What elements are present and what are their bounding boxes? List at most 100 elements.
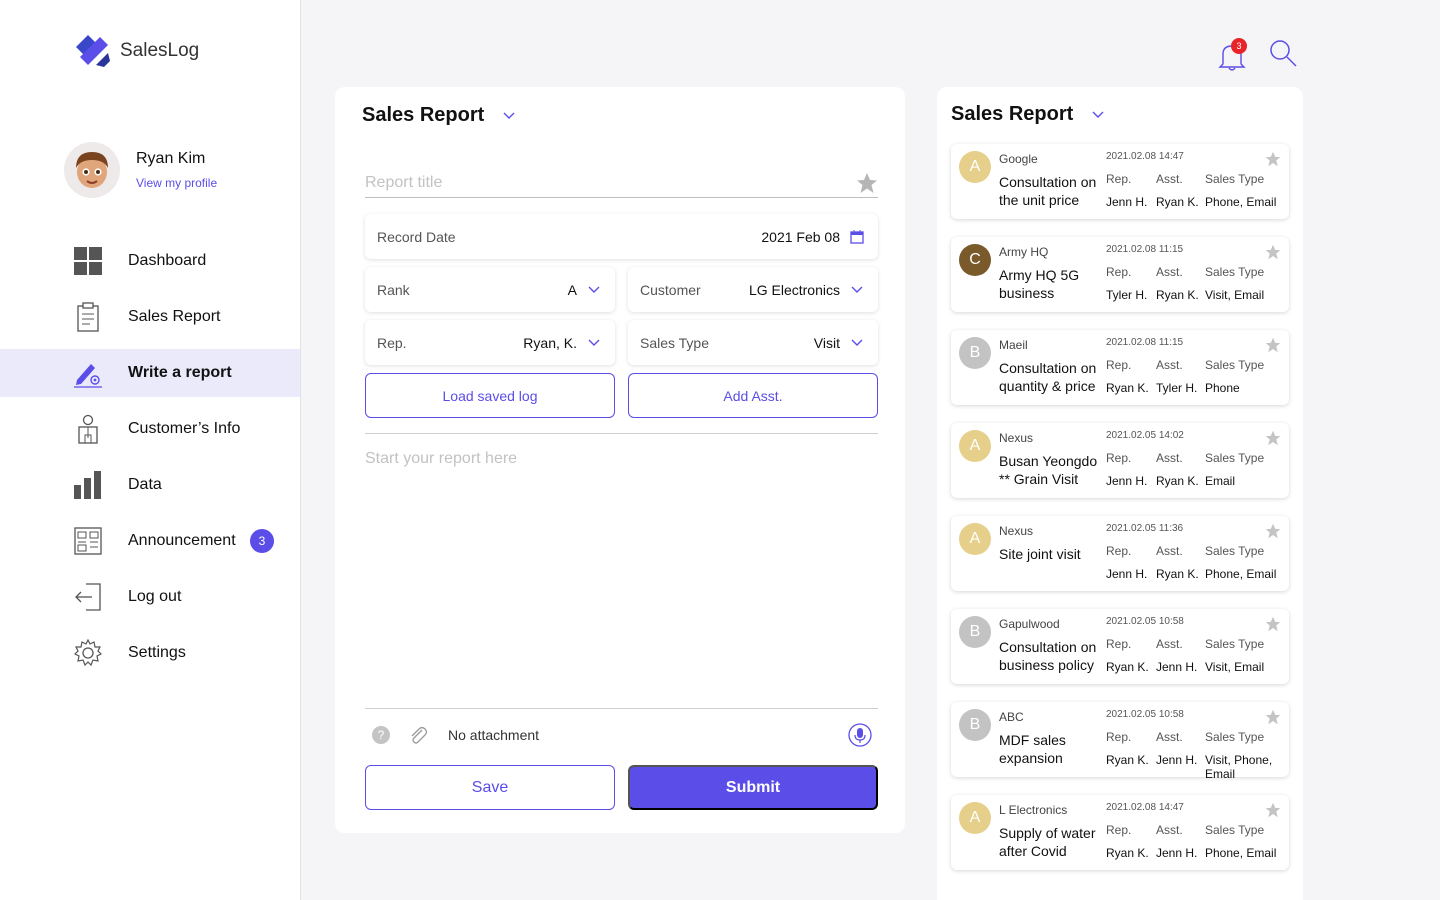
report-rep: Tyler H. [1106,288,1148,302]
rank-select[interactable]: Rank A [365,267,615,312]
report-card[interactable]: B ABC MDF sales expansion 2021.02.05 10:… [951,702,1289,781]
sidebar: SalesLog Ryan Kim View my profile Dashbo… [0,0,301,900]
sidebar-item-label: Write a report [128,364,232,381]
report-card[interactable]: A Nexus Busan Yeongdo ** Grain Visit 202… [951,423,1289,498]
user-avatar-icon [64,142,120,198]
star-icon[interactable] [1265,151,1281,167]
customer-value: LG Electronics [748,281,840,298]
col-rep-header: Rep. [1106,451,1132,465]
calendar-icon[interactable] [850,229,864,244]
report-title: Site joint visit [999,546,1081,562]
sidebar-item-logout[interactable]: Log out [0,573,300,621]
report-card[interactable]: B Maeil Consultation on quantity & price… [951,330,1289,405]
star-icon[interactable] [1265,430,1281,446]
star-icon[interactable] [1265,709,1281,725]
sales-type-select[interactable]: Sales Type Visit [628,320,878,365]
customer-rank-avatar: A [959,802,991,834]
report-company: Army HQ [999,245,1049,259]
customer-select[interactable]: Customer LG Electronics [628,267,878,312]
report-title-field[interactable]: Report title [365,169,878,198]
chevron-down-icon [503,112,515,119]
col-asst-header: Asst. [1156,265,1183,279]
chevron-down-icon [851,286,863,293]
report-company: L Electronics [999,803,1068,817]
report-sales-type: Phone, Email [1205,846,1277,860]
report-card[interactable]: A Google Consultation on the unit price … [951,144,1289,219]
report-asst: Ryan K. [1156,288,1199,302]
customer-rank-avatar: A [959,151,991,183]
report-card[interactable]: C Army HQ Army HQ 5G business 2021.02.08… [951,237,1289,312]
rank-value: A [567,281,577,298]
sidebar-item-dashboard[interactable]: Dashboard [0,237,300,285]
star-icon[interactable] [1265,244,1281,260]
chevron-down-icon [1092,111,1104,118]
report-rep: Ryan K. [1106,846,1149,860]
notification-count-badge: 3 [1231,37,1247,54]
star-icon[interactable] [1265,523,1281,539]
app-logo[interactable]: SalesLog [74,33,199,69]
col-sales-type-header: Sales Type [1205,172,1265,186]
rank-label: Rank [377,281,410,298]
rep-value: Ryan, K. [523,334,577,351]
report-company: ABC [999,710,1024,724]
report-rep: Ryan K. [1106,381,1149,395]
profile-name: Ryan Kim [136,150,206,167]
rep-select[interactable]: Rep. Ryan, K. [365,320,615,365]
report-sales-type: Phone [1205,381,1240,395]
col-asst-header: Asst. [1156,637,1183,651]
star-icon[interactable] [1265,616,1281,632]
sidebar-item-sales-report[interactable]: Sales Report [0,293,300,341]
help-icon[interactable]: ? [372,726,390,744]
report-company: Maeil [999,338,1028,352]
report-card[interactable]: B Gapulwood Consultation on business pol… [951,609,1289,684]
microphone-icon[interactable] [848,723,872,747]
list-title-dropdown[interactable]: Sales Report [951,103,1105,126]
rep-label: Rep. [377,334,407,351]
report-title: Army HQ 5G business [999,267,1080,301]
report-company: Nexus [999,431,1034,445]
notifications-button[interactable]: 3 [1218,37,1247,72]
attachment-status: No attachment [448,727,540,743]
star-icon[interactable] [1265,802,1281,818]
sidebar-item-label: Settings [128,644,186,661]
form-title-dropdown[interactable]: Sales Report [362,104,516,127]
report-sales-type: Phone, Email [1205,195,1277,209]
search-icon [1270,40,1297,67]
search-button[interactable] [1268,38,1298,73]
report-body-textarea[interactable]: Start your report here [365,450,517,468]
col-sales-type-header: Sales Type [1205,544,1265,558]
sidebar-item-data[interactable]: Data [0,461,300,509]
pen-icon [73,358,103,388]
col-sales-type-header: Sales Type [1205,637,1265,651]
sidebar-nav: Dashboard Sales Report Write a report Cu… [0,237,300,685]
report-title: Supply of water after Covid [999,825,1096,859]
sidebar-item-announcement[interactable]: Announcement 3 [0,517,300,565]
app-name: SalesLog [120,40,200,61]
add-asst-button[interactable]: Add Asst. [628,373,878,418]
report-rep: Jenn H. [1106,195,1148,209]
record-date-field[interactable]: Record Date 2021 Feb 08 [365,214,878,259]
avatar[interactable] [64,142,120,198]
col-sales-type-header: Sales Type [1205,265,1265,279]
report-card[interactable]: A L Electronics Supply of water after Co… [951,795,1289,870]
sidebar-item-write-report[interactable]: Write a report [0,349,300,397]
divider [365,433,878,434]
report-title: Busan Yeongdo ** Grain Visit [999,453,1098,487]
load-saved-log-button[interactable]: Load saved log [365,373,615,418]
star-icon[interactable] [1265,337,1281,353]
customer-rank-avatar: B [959,709,991,741]
report-card[interactable]: A Nexus Site joint visit 2021.02.05 11:3… [951,516,1289,591]
paperclip-icon[interactable] [408,725,428,745]
star-icon[interactable] [856,172,878,194]
sidebar-item-customers-info[interactable]: Customer’s Info [0,405,300,453]
report-rep: Jenn H. [1106,474,1148,488]
record-date-label: Record Date [377,228,456,245]
save-button[interactable]: Save [365,765,615,810]
view-profile-link[interactable]: View my profile [136,176,217,190]
sidebar-item-settings[interactable]: Settings [0,629,300,677]
sidebar-item-label: Data [128,476,162,493]
report-date: 2021.02.08 14:47 [1106,802,1184,813]
col-sales-type-header: Sales Type [1205,730,1265,744]
customer-label: Customer [640,281,701,298]
submit-button[interactable]: Submit [628,765,878,810]
